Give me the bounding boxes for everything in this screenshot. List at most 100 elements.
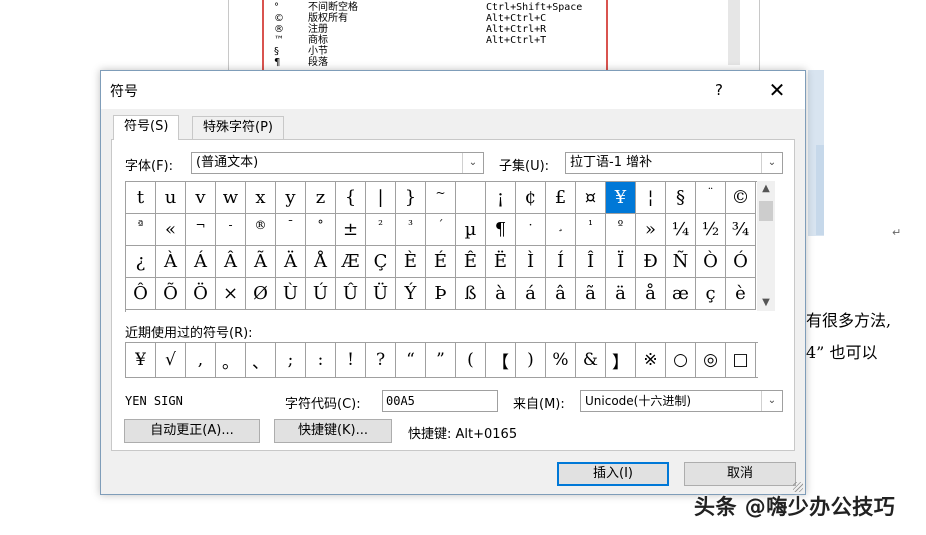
- symbol-cell[interactable]: »: [636, 214, 666, 246]
- symbol-cell[interactable]: Ã: [246, 246, 276, 278]
- symbol-cell[interactable]: Ò: [696, 246, 726, 278]
- symbol-cell[interactable]: w: [216, 182, 246, 214]
- symbol-cell[interactable]: Ç: [366, 246, 396, 278]
- from-select[interactable]: Unicode(十六进制) ⌄: [580, 390, 783, 412]
- symbol-cell[interactable]: Å: [306, 246, 336, 278]
- symbol-cell[interactable]: Þ: [426, 278, 456, 310]
- symbol-cell[interactable]: µ: [456, 214, 486, 246]
- symbol-cell[interactable]: ¸: [546, 214, 576, 246]
- symbol-cell[interactable]: ~: [426, 182, 456, 214]
- symbol-cell[interactable]: §: [666, 182, 696, 214]
- symbol-cell[interactable]: {: [336, 182, 366, 214]
- symbol-cell[interactable]: Ù: [276, 278, 306, 310]
- symbol-cell[interactable]: Õ: [156, 278, 186, 310]
- symbol-cell[interactable]: Ï: [606, 246, 636, 278]
- tab-symbols[interactable]: 符号(S): [113, 115, 180, 140]
- symbol-cell[interactable]: y: [276, 182, 306, 214]
- recent-symbol-cell[interactable]: 】: [606, 343, 636, 377]
- symbol-cell[interactable]: Æ: [336, 246, 366, 278]
- symbol-cell[interactable]: ¿: [126, 246, 156, 278]
- shortcut-key-button[interactable]: 快捷键(K)...: [274, 419, 392, 443]
- symbol-cell[interactable]: Ô: [126, 278, 156, 310]
- recent-symbol-cell[interactable]: :: [306, 343, 336, 377]
- symbol-cell[interactable]: Ê: [456, 246, 486, 278]
- symbol-cell[interactable]: ©: [726, 182, 756, 214]
- chevron-down-icon[interactable]: ⌄: [761, 153, 782, 173]
- symbol-cell[interactable]: ¹: [576, 214, 606, 246]
- recent-symbol-cell[interactable]: 。: [216, 343, 246, 377]
- symbol-cell[interactable]: £: [546, 182, 576, 214]
- symbol-cell[interactable]: É: [426, 246, 456, 278]
- symbol-cell[interactable]: z: [306, 182, 336, 214]
- symbol-cell[interactable]: ¡: [486, 182, 516, 214]
- close-button[interactable]: ✕: [757, 77, 797, 103]
- symbol-cell[interactable]: |: [366, 182, 396, 214]
- symbol-cell[interactable]: ã: [576, 278, 606, 310]
- symbol-cell[interactable]: ½: [696, 214, 726, 246]
- symbol-cell[interactable]: ¥: [606, 182, 636, 214]
- symbol-cell[interactable]: Ë: [486, 246, 516, 278]
- symbol-cell[interactable]: ¦: [636, 182, 666, 214]
- recent-symbol-cell[interactable]: %: [546, 343, 576, 377]
- symbol-cell[interactable]: è: [726, 278, 756, 310]
- recent-symbol-cell[interactable]: ;: [276, 343, 306, 377]
- symbol-cell[interactable]: }: [396, 182, 426, 214]
- symbol-cell[interactable]: °: [306, 214, 336, 246]
- symbol-cell[interactable]: ä: [606, 278, 636, 310]
- scrollbar-thumb[interactable]: [759, 201, 773, 221]
- chevron-down-icon[interactable]: ⌄: [761, 391, 782, 411]
- symbol-cell[interactable]: ¨: [696, 182, 726, 214]
- symbol-grid-scrollbar[interactable]: ▲ ▼: [757, 181, 775, 311]
- recent-symbol-cell[interactable]: ○: [666, 343, 696, 377]
- symbol-cell[interactable]: ²: [366, 214, 396, 246]
- symbol-cell[interactable]: ¬: [186, 214, 216, 246]
- symbol-cell[interactable]: á: [516, 278, 546, 310]
- recent-symbol-cell[interactable]: !: [336, 343, 366, 377]
- symbol-cell[interactable]: ß: [456, 278, 486, 310]
- recent-symbol-cell[interactable]: “: [396, 343, 426, 377]
- symbol-cell[interactable]: ´: [426, 214, 456, 246]
- subset-select[interactable]: 拉丁语-1 增补 ⌄: [565, 152, 783, 174]
- cancel-button[interactable]: 取消: [684, 462, 796, 486]
- recent-symbol-cell[interactable]: ※: [636, 343, 666, 377]
- symbol-cell[interactable]: ¯: [276, 214, 306, 246]
- symbol-cell[interactable]: Ö: [186, 278, 216, 310]
- symbol-cell[interactable]: v: [186, 182, 216, 214]
- symbol-cell[interactable]: Û: [336, 278, 366, 310]
- autocorrect-button[interactable]: 自动更正(A)...: [124, 419, 260, 443]
- symbol-cell[interactable]: Á: [186, 246, 216, 278]
- symbol-cell[interactable]: Í: [546, 246, 576, 278]
- symbol-cell[interactable]: Ø: [246, 278, 276, 310]
- recent-symbol-cell[interactable]: ◎: [696, 343, 726, 377]
- symbol-cell[interactable]: ¼: [666, 214, 696, 246]
- symbol-cell[interactable]: æ: [666, 278, 696, 310]
- recent-symbol-cell[interactable]: □: [726, 343, 756, 377]
- symbol-cell[interactable]: Ó: [726, 246, 756, 278]
- recent-symbol-cell[interactable]: 【: [486, 343, 516, 377]
- symbol-cell[interactable]: Ì: [516, 246, 546, 278]
- recent-symbol-cell[interactable]: &: [576, 343, 606, 377]
- tab-special-characters[interactable]: 特殊字符(P): [192, 116, 284, 139]
- symbol-cell[interactable]: à: [486, 278, 516, 310]
- symbol-cell[interactable]: ×: [216, 278, 246, 310]
- symbol-cell[interactable]: ª: [126, 214, 156, 246]
- document-scrollbar[interactable]: [728, 0, 740, 65]
- symbol-cell[interactable]: À: [156, 246, 186, 278]
- symbol-cell[interactable]: Ð: [636, 246, 666, 278]
- symbol-cell[interactable]: ³: [396, 214, 426, 246]
- symbol-cell[interactable]: ¤: [576, 182, 606, 214]
- character-code-input[interactable]: 00A5: [382, 390, 498, 412]
- help-button[interactable]: ?: [699, 77, 739, 103]
- symbol-cell[interactable]: ¾: [726, 214, 756, 246]
- chevron-down-icon[interactable]: ⌄: [462, 153, 483, 173]
- chevron-up-icon[interactable]: ▲: [757, 181, 775, 197]
- recent-symbol-cell[interactable]: 、: [246, 343, 276, 377]
- recent-symbol-cell[interactable]: (: [456, 343, 486, 377]
- symbol-cell[interactable]: ®: [246, 214, 276, 246]
- recent-symbol-cell[interactable]: ¥: [126, 343, 156, 377]
- symbol-cell[interactable]: Â: [216, 246, 246, 278]
- chevron-down-icon[interactable]: ▼: [757, 295, 775, 311]
- symbol-cell[interactable]: Ñ: [666, 246, 696, 278]
- symbol-cell[interactable]: È: [396, 246, 426, 278]
- symbol-cell[interactable]: t: [126, 182, 156, 214]
